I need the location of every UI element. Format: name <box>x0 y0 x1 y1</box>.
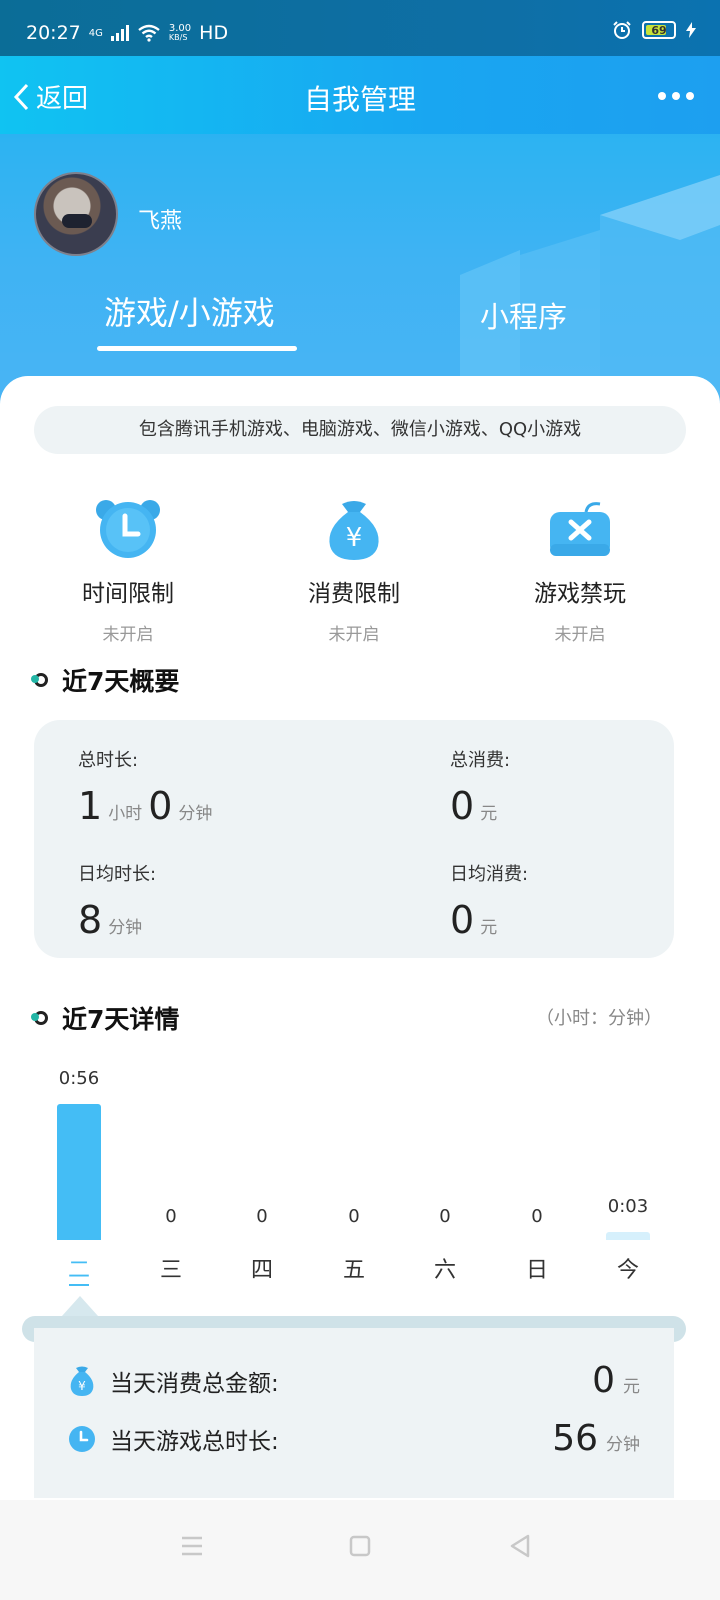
clock-icon <box>69 1425 95 1452</box>
chart-value-label: 0 <box>256 1206 268 1227</box>
section-dot-icon <box>31 1011 48 1025</box>
svg-text:¥: ¥ <box>78 1379 86 1393</box>
avg-spend: 日均消费: 0 元 <box>450 860 528 942</box>
top-nav: 返回 自我管理 <box>0 56 720 134</box>
tab-games[interactable]: 游戏/小游戏 <box>104 288 275 334</box>
main-content: 包含腾讯手机游戏、电脑游戏、微信小游戏、QQ小游戏 时间限制 未开启 ¥ 消费限… <box>0 376 720 1600</box>
chart-day-underline <box>69 1284 89 1286</box>
day-time-unit: 分钟 <box>606 1435 640 1455</box>
network-type: 4G <box>88 27 103 39</box>
chart-day-label[interactable]: 日 <box>492 1252 582 1284</box>
day-time-row: 当天游戏总时长: 56 分钟 <box>68 1418 640 1459</box>
chart-day-label[interactable]: 六 <box>400 1252 490 1284</box>
avg-minutes-unit: 分钟 <box>108 918 143 938</box>
spend-limit-feature[interactable]: ¥ 消费限制 未开启 <box>264 498 444 645</box>
game-ban-label: 游戏禁玩 <box>534 581 626 607</box>
avg-spend-label: 日均消费: <box>450 864 529 885</box>
time-limit-label: 时间限制 <box>82 581 174 607</box>
total-time-minutes: 0 <box>148 784 173 828</box>
hd-indicator: HD <box>199 22 229 44</box>
back-triangle-icon[interactable] <box>500 1526 540 1566</box>
svg-text:¥: ¥ <box>346 523 363 553</box>
summary-section-title: 近7天概要 <box>31 662 180 698</box>
net-speed-value: 3.00 <box>168 23 192 34</box>
total-spend: 总消费: 0 元 <box>450 746 510 828</box>
charging-icon <box>686 22 696 38</box>
coverage-note: 包含腾讯手机游戏、电脑游戏、微信小游戏、QQ小游戏 <box>34 406 686 454</box>
total-spend-label: 总消费: <box>450 750 511 771</box>
money-bag-icon: ¥ <box>320 498 388 562</box>
tab-mini-programs[interactable]: 小程序 <box>480 294 567 336</box>
username: 飞燕 <box>138 209 183 234</box>
alarm-clock-icon <box>94 498 162 562</box>
stairs-decoration <box>460 175 720 405</box>
day-spend-unit: 元 <box>623 1377 640 1397</box>
day-time-label: 当天游戏总时长: <box>110 1428 279 1455</box>
net-speed-unit: KB/S <box>168 33 188 42</box>
weekly-bar-chart: 0:56 二 0 三 0 四 0 五 0 六 0 日 0:03 今 <box>0 1056 720 1286</box>
time-limit-feature[interactable]: 时间限制 未开启 <box>38 498 218 645</box>
chart-value-label: 0 <box>165 1206 177 1227</box>
chart-bar[interactable] <box>606 1232 650 1240</box>
units-note: （小时：分钟） <box>536 1008 662 1029</box>
more-icon <box>658 92 666 100</box>
total-time-label: 总时长: <box>78 750 139 771</box>
chart-day-label[interactable]: 四 <box>217 1252 307 1284</box>
status-bar: 20:27 4G 3.00 KB/S HD 69 <box>0 0 720 56</box>
hours-unit: 小时 <box>108 804 143 824</box>
section-dot-icon <box>31 673 48 687</box>
chart-day-label[interactable]: 三 <box>126 1252 216 1284</box>
summary-title: 近7天概要 <box>62 667 180 696</box>
details-title: 近7天详情 <box>62 1005 180 1034</box>
time-limit-status: 未开启 <box>102 625 154 645</box>
game-ban-feature[interactable]: 游戏禁玩 未开启 <box>490 498 670 645</box>
avatar[interactable] <box>34 172 118 256</box>
chart-bar[interactable] <box>57 1104 101 1240</box>
chart-value-label: 0 <box>439 1206 451 1227</box>
signal-icon <box>110 25 129 41</box>
tab-active-indicator <box>97 346 297 351</box>
page-title: 自我管理 <box>303 83 416 116</box>
spend-limit-label: 消费限制 <box>308 581 400 607</box>
avg-time-value: 8 <box>78 898 103 942</box>
chart-value-label: 0:56 <box>58 1068 100 1089</box>
total-time-hours: 1 <box>78 784 103 828</box>
summary-card: 总时长: 1 小时 0 分钟 总消费: 0 元 日均时长: 8 分钟 日均消费: <box>34 720 674 958</box>
chart-day-label[interactable]: 今 <box>583 1252 673 1284</box>
chart-value-label: 0 <box>348 1206 360 1227</box>
minutes-unit: 分钟 <box>178 804 213 824</box>
net-speed: 3.00 KB/S <box>168 23 192 43</box>
avg-yuan-unit: 元 <box>480 918 498 938</box>
alarm-icon <box>613 21 631 39</box>
yuan-unit: 元 <box>480 804 498 824</box>
day-detail-card: ¥ 当天消费总金额: 0 元 当天游戏总时长: 56 分钟 <box>34 1328 674 1498</box>
chart-value-label: 0 <box>531 1206 543 1227</box>
battery-icon: 69 <box>642 21 676 39</box>
selected-day-pointer <box>62 1296 98 1316</box>
battery-level: 69 <box>651 23 667 37</box>
total-time: 总时长: 1 小时 0 分钟 <box>78 746 212 828</box>
home-icon[interactable] <box>340 1526 380 1566</box>
system-nav-bar <box>0 1500 720 1600</box>
chart-day-label[interactable]: 五 <box>309 1252 399 1284</box>
details-section-title: 近7天详情 <box>31 1000 180 1036</box>
avg-time: 日均时长: 8 分钟 <box>78 860 156 942</box>
total-spend-value: 0 <box>450 784 475 828</box>
game-ban-icon <box>546 498 614 562</box>
avg-spend-value: 0 <box>450 898 475 942</box>
wifi-icon <box>138 24 160 42</box>
menu-icon[interactable] <box>172 1526 212 1566</box>
more-button[interactable] <box>658 92 694 100</box>
chart-value-label: 0:03 <box>607 1196 649 1217</box>
avg-time-label: 日均时长: <box>78 864 157 885</box>
day-spend-row: ¥ 当天消费总金额: 0 元 <box>68 1360 640 1401</box>
day-time-value: 56 <box>552 1418 598 1459</box>
day-spend-label: 当天消费总金额: <box>110 1370 279 1397</box>
status-time: 20:27 <box>26 22 81 44</box>
spend-limit-status: 未开启 <box>328 625 380 645</box>
day-spend-value: 0 <box>592 1360 615 1401</box>
chart-day-label[interactable]: 二 <box>34 1252 124 1284</box>
money-bag-icon: ¥ <box>70 1366 94 1396</box>
game-ban-status: 未开启 <box>554 625 606 645</box>
